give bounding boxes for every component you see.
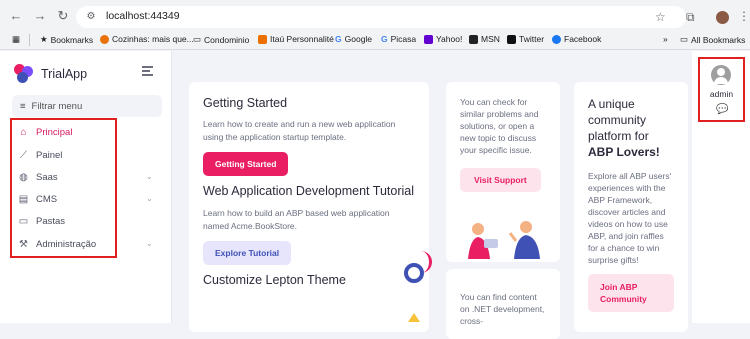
chart-icon: ⟋ <box>20 149 27 161</box>
app-shell: TrialApp ≡ Filtrar menu ⌂ Principal ⟋ Pa… <box>0 51 750 339</box>
bookmark-item[interactable]: Yahoo! <box>424 34 462 44</box>
filter-menu-input[interactable]: ≡ Filtrar menu <box>12 95 162 117</box>
sidebar-item-painel[interactable]: ⟋ Painel <box>18 145 168 165</box>
tutorial-title: Web Application Development Tutorial <box>203 184 414 198</box>
facebook-icon <box>552 34 561 44</box>
back-icon[interactable]: ← <box>8 8 24 24</box>
right-toolbar: admin 💬 <box>692 51 750 323</box>
site-icon <box>100 34 109 44</box>
bookmark-item[interactable]: Itaú Personnalité <box>258 34 334 44</box>
chat-icon[interactable]: 💬 <box>716 104 728 115</box>
site-icon <box>258 34 267 44</box>
list-icon: ▤ <box>18 193 29 205</box>
home-icon: ⌂ <box>20 126 27 138</box>
customize-title: Customize Lepton Theme <box>203 273 346 287</box>
bookmark-item[interactable]: Twitter <box>507 34 544 44</box>
google-icon: G <box>381 34 388 44</box>
join-community-button[interactable]: Join ABP Community <box>588 274 674 312</box>
bookmarks-overflow-button[interactable]: » <box>663 34 668 44</box>
address-row: ← → ↻ ⚙ localhost:44349 ☆ ⧉ ⋮ <box>0 4 750 30</box>
sidebar-item-label: Painel <box>36 149 63 161</box>
bookmark-item[interactable]: G Picasa <box>381 34 416 44</box>
getting-started-title: Getting Started <box>203 96 288 110</box>
bookmark-item[interactable]: Facebook <box>552 34 601 44</box>
decorative-ring <box>404 263 424 283</box>
menu-toggle-icon[interactable] <box>142 66 153 78</box>
user-name[interactable]: admin <box>700 89 743 99</box>
chevron-down-icon[interactable]: ⌄ <box>146 172 153 181</box>
explore-tutorial-button[interactable]: Explore Tutorial <box>203 241 292 265</box>
main-content: Getting Started Learn how to create and … <box>172 51 692 339</box>
getting-started-card: Getting Started Learn how to create and … <box>189 82 429 332</box>
app-name: TrialApp <box>41 67 88 81</box>
all-bookmarks-button[interactable]: ▭ All Bookmarks <box>680 34 745 45</box>
address-bar[interactable]: ⚙ localhost:44349 <box>76 6 686 28</box>
url-text: localhost:44349 <box>106 10 180 22</box>
support-illustration <box>468 221 540 259</box>
chevron-down-icon[interactable]: ⌄ <box>146 239 153 248</box>
folder-icon: ▭ <box>680 34 689 44</box>
bookmark-item[interactable]: ★ Bookmarks <box>40 34 93 45</box>
msn-icon <box>469 34 478 44</box>
sidebar-item-label: Saas <box>36 171 58 183</box>
apps-icon[interactable]: ▦ <box>12 34 20 45</box>
community-text: Explore all ABP users' experiences with … <box>588 171 672 265</box>
extensions-icon[interactable]: ⧉ <box>686 10 695 25</box>
globe-icon: ◍ <box>19 171 28 183</box>
bookmark-item[interactable]: Cozinhas: mais que... <box>100 34 194 44</box>
brand[interactable]: TrialApp <box>14 64 87 84</box>
folder-icon: ▭ <box>193 34 202 44</box>
dotnet-text: You can find content on .NET development… <box>460 292 545 326</box>
app-logo-icon <box>14 64 34 84</box>
yahoo-icon <box>424 34 433 44</box>
dotnet-card: You can find content on .NET development… <box>446 269 560 339</box>
sidebar-item-label: Pastas <box>36 215 66 227</box>
browser-toolbar: ← → ↻ ⚙ localhost:44349 ☆ ⧉ ⋮ ▦ ★ Bookmar… <box>0 0 750 50</box>
forward-icon[interactable]: → <box>32 8 48 24</box>
browser-menu-icon[interactable]: ⋮ <box>738 9 750 23</box>
bookmark-star-icon[interactable]: ☆ <box>655 10 666 24</box>
bookmark-item[interactable]: G Google <box>335 34 372 44</box>
community-card: A unique community platform for ABP Love… <box>574 82 688 332</box>
wrench-icon: ⚒ <box>19 238 28 250</box>
sidebar-item-label: Administração <box>36 238 97 250</box>
bookmark-item[interactable]: MSN <box>469 34 500 44</box>
getting-started-text: Learn how to create and run a new web ap… <box>203 119 396 142</box>
community-title: A unique community platform for ABP Love… <box>588 97 660 159</box>
visit-support-button[interactable]: Visit Support <box>460 168 541 192</box>
star-icon: ★ <box>40 34 48 44</box>
chevron-down-icon[interactable]: ⌄ <box>146 194 153 203</box>
x-icon <box>507 34 516 44</box>
sidebar-item-label: CMS <box>36 193 58 205</box>
reload-icon[interactable]: ↻ <box>55 8 71 24</box>
profile-avatar[interactable] <box>716 11 729 24</box>
google-icon: G <box>335 34 342 44</box>
folder-icon: ▭ <box>18 215 29 227</box>
sidebar: TrialApp ≡ Filtrar menu ⌂ Principal ⟋ Pa… <box>0 51 172 323</box>
filter-menu-placeholder: Filtrar menu <box>31 100 83 112</box>
bookmarks-bar: ▦ ★ Bookmarks Cozinhas: mais que... ▭ Cond… <box>0 30 750 50</box>
sidebar-item-label: Principal <box>36 126 73 138</box>
user-highlight-box: admin 💬 <box>698 57 745 122</box>
filter-icon: ≡ <box>20 100 26 112</box>
sidebar-item-pastas[interactable]: ▭ Pastas <box>18 211 168 231</box>
tutorial-text: Learn how to build an ABP based web appl… <box>203 208 390 231</box>
sidebar-item-principal[interactable]: ⌂ Principal <box>18 122 168 142</box>
site-info-icon[interactable]: ⚙ <box>84 10 98 24</box>
bookmarks-separator <box>29 34 30 46</box>
user-avatar-icon[interactable] <box>711 65 731 85</box>
bookmark-item[interactable]: ▭ Condominio <box>193 34 249 45</box>
decorative-triangle <box>408 313 420 322</box>
getting-started-button[interactable]: Getting Started <box>203 152 289 176</box>
support-text: You can check for similar problems and s… <box>460 97 539 155</box>
